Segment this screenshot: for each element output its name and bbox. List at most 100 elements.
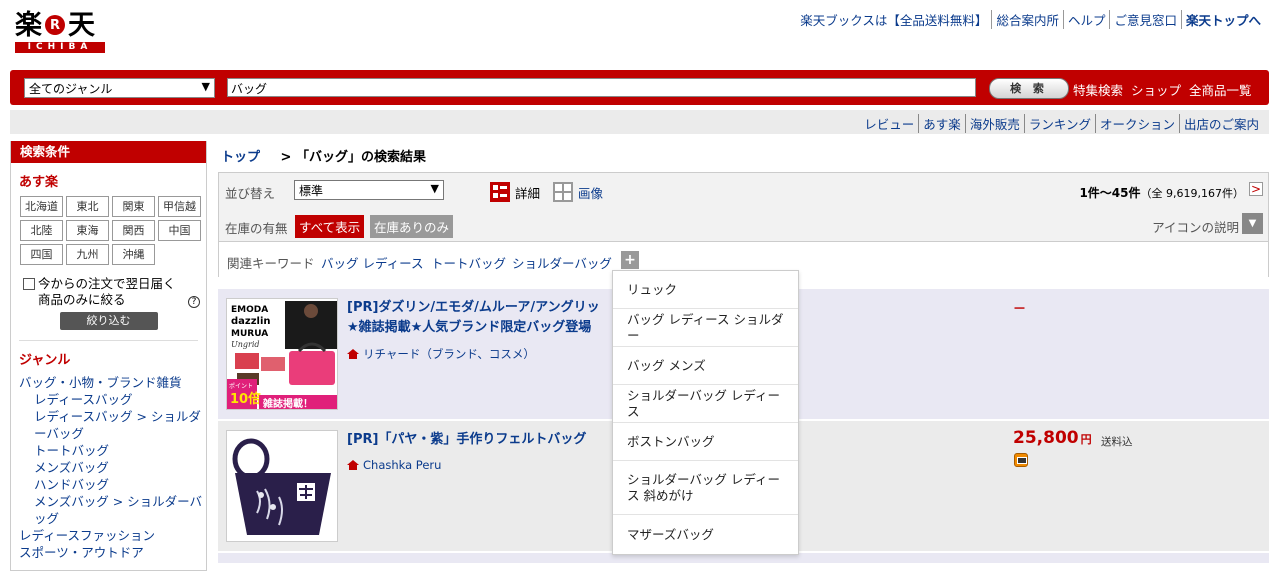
logo-badge: R [45, 15, 65, 35]
dropdown-item[interactable]: ショルダーバッグ レディース 斜めがけ [613, 461, 798, 515]
stock-instock-button[interactable]: 在庫ありのみ [370, 215, 454, 238]
thumb-10x: 10倍 [230, 391, 261, 407]
subnav-asuraku[interactable]: あす楽 [918, 114, 965, 133]
genre-title: ジャンル [19, 353, 71, 368]
dropdown-item[interactable]: バッグ レディース ショルダー [613, 309, 798, 347]
genre-list: バッグ・小物・ブランド雑貨 レディースバッグ レディースバッグ > ショルダーバ… [19, 374, 206, 561]
related-keyword[interactable]: ショルダーバッグ [512, 253, 612, 272]
related-keyword[interactable]: バッグ レディース [321, 253, 423, 272]
dropdown-item[interactable]: バッグ メンズ [613, 347, 798, 385]
dropdown-item[interactable]: マザーズバッグ [613, 515, 798, 554]
nextday-label[interactable]: 今からの注文で翌日届く商品のみに絞る [38, 276, 184, 308]
logo-mark: 楽 R 天 [15, 10, 105, 40]
genre-link[interactable]: レディースバッグ [19, 391, 206, 408]
region-button[interactable]: 北陸 [20, 220, 63, 241]
thumb-brand-dazzlin: dazzlin [231, 316, 271, 327]
genre-link[interactable]: レディースファッション [19, 527, 206, 544]
view-detail-button[interactable]: 詳細 [490, 182, 540, 202]
region-grid: 北海道 東北 関東 甲信越 北陸 東海 関西 中国 四国 九州 沖縄 [20, 196, 206, 265]
region-button[interactable]: 中国 [158, 220, 201, 241]
product-title[interactable]: [PR]「パヤ・紫」手作りフェルトバッグ [347, 430, 586, 450]
genre-link[interactable]: スポーツ・アウトドア [19, 544, 206, 561]
top-link-books[interactable]: 楽天ブックスは【全品送料無料】 [796, 10, 991, 29]
nextday-checkbox[interactable] [23, 278, 35, 290]
breadcrumb-top[interactable]: トップ [221, 150, 260, 165]
icon-description-link[interactable]: アイコンの説明 [1152, 217, 1239, 236]
shop-link[interactable]: Chashka Peru [347, 458, 441, 472]
genre-link[interactable]: メンズバッグ > ショルダーバッグ [19, 493, 206, 527]
related-keywords-label: 関連キーワード [227, 256, 315, 271]
product-title-line: [PR]ダズリン/エモダ/ムルーア/アングリッ [347, 300, 600, 315]
top-links: 楽天ブックスは【全品送料無料】 総合案内所 ヘルプ ご意見窓口 楽天トップへ [796, 10, 1265, 29]
product-thumbnail[interactable] [226, 430, 338, 542]
subnav-open-shop[interactable]: 出店のご案内 [1178, 114, 1263, 133]
region-button[interactable]: 東北 [66, 196, 109, 217]
view-detail-label: 詳細 [515, 185, 541, 201]
subnav-review[interactable]: レビュー [860, 114, 918, 133]
price-unit: 円 [1080, 433, 1092, 446]
view-image-button[interactable]: 画像 [553, 182, 603, 202]
rakuten-logo[interactable]: 楽 R 天 ICHIBA [15, 10, 105, 55]
top-link-feedback[interactable]: ご意見窓口 [1109, 10, 1181, 29]
product-price: 25,800 円 [1013, 428, 1092, 448]
price-value: 25,800 [1013, 428, 1079, 448]
stock-all-button[interactable]: すべて表示 [295, 215, 365, 238]
dropdown-item[interactable]: ボストンバッグ [613, 423, 798, 461]
search-link-all-items[interactable]: 全商品一覧 [1189, 80, 1252, 99]
narrow-button[interactable]: 絞り込む [59, 312, 158, 330]
list-view-icon [490, 182, 510, 202]
shop-name: Chashka Peru [363, 458, 442, 472]
sidebar-title: 検索条件 [11, 141, 206, 163]
genre-select[interactable]: 全てのジャンル ▼ [24, 78, 215, 98]
grid-view-icon [553, 182, 573, 202]
thumb-brand-ungrid: Ungrid [231, 340, 260, 349]
breadcrumb: トップ > 「バッグ」の検索結果 [221, 146, 426, 165]
top-link-help[interactable]: ヘルプ [1062, 10, 1110, 29]
result-range: 1件～45件 [1079, 186, 1141, 200]
search-link-shop[interactable]: ショップ [1131, 80, 1181, 99]
product-thumbnail[interactable]: EMODA dazzlin MURUA Ungrid ポイント 10倍 雑誌掲載… [226, 298, 338, 410]
search-controls: 並び替え 標準 ▼ 詳細 画像 1件～45件（全 9,619,167件） > 在… [218, 172, 1269, 277]
genre-link[interactable]: メンズバッグ [19, 459, 206, 476]
region-button[interactable]: 九州 [66, 244, 109, 265]
sort-select[interactable]: 標準 ▼ [294, 180, 444, 200]
credit-card-icon [1014, 453, 1028, 467]
genre-select-value: 全てのジャンル [29, 82, 113, 96]
thumb-brand-emoda: EMODA [231, 305, 268, 315]
search-link-feature[interactable]: 特集検索 [1073, 80, 1123, 99]
next-page-button[interactable]: > [1249, 182, 1263, 196]
region-button[interactable]: 沖縄 [112, 244, 155, 265]
search-input[interactable]: バッグ [227, 78, 976, 97]
nextday-filter: 今からの注文で翌日届く商品のみに絞る ? [23, 276, 200, 308]
region-button[interactable]: 関東 [112, 196, 155, 217]
chevron-down-icon[interactable]: ▼ [1242, 213, 1263, 234]
region-button[interactable]: 東海 [66, 220, 109, 241]
product-image [227, 431, 337, 541]
subnav-ranking[interactable]: ランキング [1023, 114, 1095, 133]
region-button[interactable]: 四国 [20, 244, 63, 265]
region-button[interactable]: 関西 [112, 220, 155, 241]
shop-link[interactable]: リチャード（ブランド、コスメ） [347, 346, 535, 362]
related-keyword[interactable]: トートバッグ [431, 253, 506, 272]
logo-text-right: 天 [68, 9, 95, 41]
genre-link[interactable]: バッグ・小物・ブランド雑貨 [19, 374, 206, 391]
dropdown-item[interactable]: リュック [613, 271, 798, 309]
genre-link[interactable]: ハンドバッグ [19, 476, 206, 493]
subnav-auction[interactable]: オークション [1094, 114, 1179, 133]
divider [19, 340, 198, 341]
breadcrumb-separator: > [280, 150, 292, 165]
genre-link[interactable]: トートバッグ [19, 442, 206, 459]
product-title[interactable]: [PR]ダズリン/エモダ/ムルーア/アングリッ ★雑誌掲載★人気ブランド限定バッ… [347, 298, 600, 338]
plus-icon[interactable]: + [621, 251, 639, 269]
region-button[interactable]: 甲信越 [158, 196, 201, 217]
help-icon[interactable]: ? [188, 296, 200, 308]
sort-label: 並び替え [225, 186, 276, 201]
top-link-guide[interactable]: 総合案内所 [991, 10, 1063, 29]
dropdown-item[interactable]: ショルダーバッグ レディース [613, 385, 798, 423]
top-link-rakuten-top[interactable]: 楽天トップへ [1180, 10, 1265, 29]
region-button[interactable]: 北海道 [20, 196, 63, 217]
search-button[interactable]: 検 索 [989, 78, 1069, 99]
genre-link[interactable]: レディースバッグ > ショルダーバッグ [19, 408, 206, 442]
result-count: 1件～45件（全 9,619,167件） [1079, 184, 1244, 201]
subnav-overseas[interactable]: 海外販売 [964, 114, 1024, 133]
